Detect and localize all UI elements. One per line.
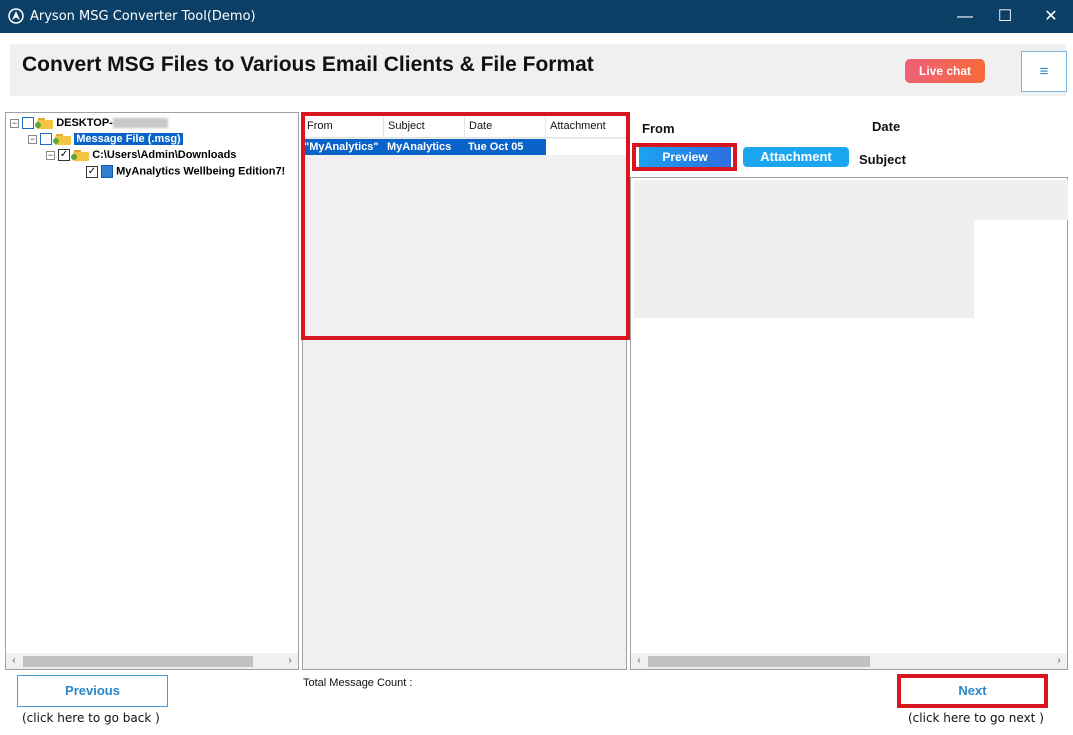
subject-label: Subject bbox=[859, 152, 906, 167]
attachment-button[interactable]: Attachment bbox=[743, 147, 849, 167]
tree-node-downloads[interactable]: − ✓ C:\Users\Admin\Downloads bbox=[46, 149, 236, 165]
preview-horizontal-scrollbar[interactable]: ‹ › bbox=[631, 653, 1067, 669]
collapse-icon[interactable]: − bbox=[46, 150, 55, 160]
message-preview-panel[interactable]: ‹ › bbox=[630, 177, 1068, 670]
tree-node-label: Message File (.msg) bbox=[74, 133, 183, 145]
scroll-thumb[interactable] bbox=[648, 656, 870, 667]
preview-content-area bbox=[634, 180, 1068, 220]
date-label: Date bbox=[872, 119, 901, 134]
downloads-checkbox[interactable]: ✓ bbox=[58, 149, 71, 162]
tree-node-label: MyAnalytics Wellbeing Edition7! bbox=[116, 165, 286, 178]
preview-highlight-frame bbox=[632, 143, 737, 171]
collapse-icon[interactable]: − bbox=[28, 134, 37, 144]
msg-item-checkbox[interactable]: ✓ bbox=[86, 165, 98, 178]
maximize-button[interactable]: ☐ bbox=[982, 0, 1028, 33]
tree-node-root[interactable]: − DESKTOP- bbox=[10, 117, 168, 133]
total-message-count: Total Message Count : bbox=[303, 677, 413, 689]
msg-file-icon bbox=[101, 165, 114, 178]
tree-horizontal-scrollbar[interactable]: ‹ › bbox=[6, 653, 298, 669]
root-checkbox[interactable] bbox=[22, 117, 35, 130]
page-title: Convert MSG Files to Various Email Clien… bbox=[22, 53, 594, 76]
next-hint: (click here to go next ) bbox=[908, 711, 1044, 725]
message-file-checkbox[interactable] bbox=[40, 133, 53, 146]
hamburger-menu-button[interactable]: ≡ bbox=[1021, 51, 1067, 92]
redacted-name bbox=[112, 118, 168, 129]
scroll-thumb[interactable] bbox=[23, 656, 253, 667]
tree-node-label: DESKTOP- bbox=[56, 117, 113, 129]
window-title: Aryson MSG Converter Tool(Demo) bbox=[30, 9, 256, 24]
header-banner: Convert MSG Files to Various Email Clien… bbox=[10, 44, 1067, 96]
tree-node-label: C:\Users\Admin\Downloads bbox=[92, 149, 237, 161]
list-highlight-frame bbox=[301, 112, 630, 340]
app-logo-icon bbox=[8, 8, 24, 24]
close-button[interactable]: ✕ bbox=[1028, 0, 1073, 33]
folder-tree-panel[interactable]: − DESKTOP- − Message File (.msg) − ✓ C:\… bbox=[5, 112, 299, 670]
scroll-right-icon[interactable]: › bbox=[282, 653, 298, 669]
menu-icon: ≡ bbox=[1039, 63, 1049, 80]
tree-node-msg-item[interactable]: ✓ MyAnalytics Wellbeing Edition7! bbox=[86, 165, 298, 181]
collapse-icon[interactable]: − bbox=[10, 118, 19, 128]
folder-icon bbox=[53, 133, 72, 146]
next-button[interactable]: Next bbox=[897, 674, 1048, 708]
folder-icon bbox=[35, 117, 54, 130]
scroll-left-icon[interactable]: ‹ bbox=[6, 653, 22, 669]
tree-node-message-file[interactable]: − Message File (.msg) bbox=[28, 133, 183, 149]
from-label: From bbox=[642, 121, 675, 136]
scroll-left-icon[interactable]: ‹ bbox=[631, 653, 647, 669]
title-bar: Aryson MSG Converter Tool(Demo) — ☐ ✕ bbox=[0, 0, 1073, 33]
preview-content-block bbox=[634, 220, 974, 318]
folder-icon bbox=[71, 149, 90, 162]
live-chat-button[interactable]: Live chat bbox=[905, 59, 985, 83]
previous-button[interactable]: Previous bbox=[17, 675, 168, 707]
previous-hint: (click here to go back ) bbox=[22, 711, 160, 725]
scroll-right-icon[interactable]: › bbox=[1051, 653, 1067, 669]
